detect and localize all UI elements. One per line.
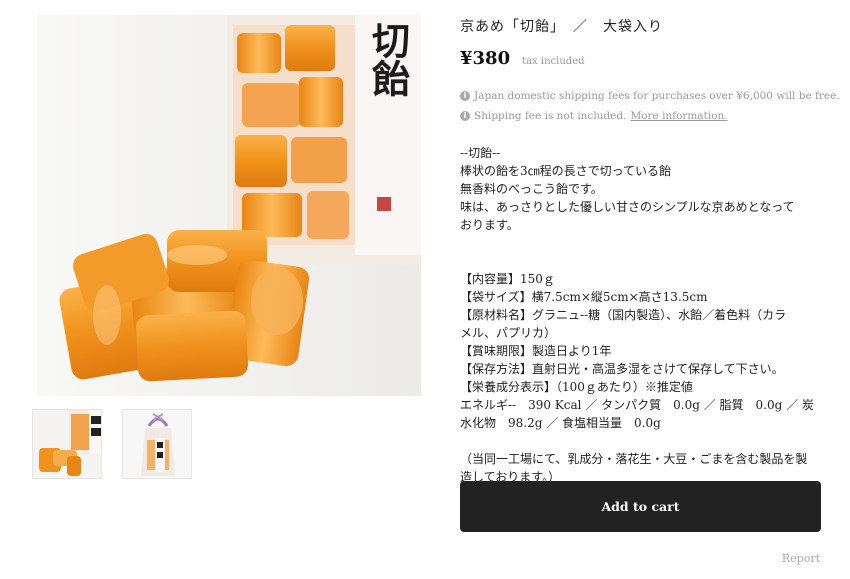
tax-note: tax included: [522, 56, 585, 67]
shipping-fee-notice: i Shipping fee is not included. More inf…: [460, 110, 728, 122]
thumbnail-list: [32, 409, 192, 479]
description-line: エネルギ-- 390 Kcal ／ タンパク質 0.0g ／ 脂質 0.0g ／…: [460, 398, 814, 412]
description-line: --切飴--: [460, 146, 501, 160]
description-line: 【栄養成分表示】（100ｇあたり）※推定値: [460, 380, 693, 394]
thumbnail-1[interactable]: [32, 409, 102, 479]
description-spacer: [460, 252, 822, 270]
description-spacer: [460, 234, 822, 252]
product-title: 京あめ「切飴」 ／ 大袋入り: [460, 19, 663, 35]
description-line: 【袋サイズ】横7.5cm×縦5cm×高さ13.5cm: [460, 290, 708, 304]
thumbnail-1-image: [33, 410, 101, 478]
candy-photo: 切飴: [37, 15, 421, 396]
price-row: ¥380 tax included: [460, 48, 585, 69]
free-shipping-notice: i Japan domestic shipping fees for purch…: [460, 90, 840, 102]
description-line: 【内容量】150ｇ: [460, 272, 555, 286]
shipping-fee-text: Shipping fee is not included.: [474, 110, 627, 122]
description-line: 棒状の飴を3㎝程の長さで切っている飴: [460, 164, 672, 178]
description-line: 【保存方法】直射日光・高温多湿をさけて保存して下さい。: [460, 362, 784, 376]
report-link[interactable]: Report: [782, 552, 820, 565]
more-information-link[interactable]: More information.: [630, 110, 727, 122]
info-icon: i: [460, 111, 470, 121]
description-line: おります。: [460, 218, 519, 232]
add-to-cart-button[interactable]: Add to cart: [460, 481, 821, 532]
product-price: ¥380: [460, 48, 511, 69]
description-line: メル、パプリカ）: [460, 326, 557, 340]
main-product-image[interactable]: 切飴: [37, 15, 421, 396]
description-line: 【原材料名】グラニュ--糖（国内製造）、水飴／着色料（カラ: [460, 308, 787, 322]
thumbnail-2-image: [123, 410, 191, 478]
info-icon: i: [460, 91, 470, 101]
description-line: 味は、あっさりとした優しい甘さのシンプルな京あめとなって: [460, 200, 795, 214]
thumbnail-2[interactable]: [122, 409, 192, 479]
product-description: --切飴-- 棒状の飴を3㎝程の長さで切っている飴 無香料のべっこう飴です。 味…: [460, 144, 822, 486]
package-label: 切飴: [366, 21, 411, 97]
description-line: 【賞味期限】製造日より1年: [460, 344, 612, 358]
description-line: （当同一工場にて、乳成分・落花生・大豆・ごまを含む製品を製: [460, 452, 808, 466]
description-line: 無香料のべっこう飴です。: [460, 182, 603, 196]
description-spacer: [460, 432, 822, 450]
free-shipping-text: Japan domestic shipping fees for purchas…: [474, 90, 840, 102]
description-line: 水化物 98.2g ／ 食塩相当量 0.0g: [460, 416, 661, 430]
